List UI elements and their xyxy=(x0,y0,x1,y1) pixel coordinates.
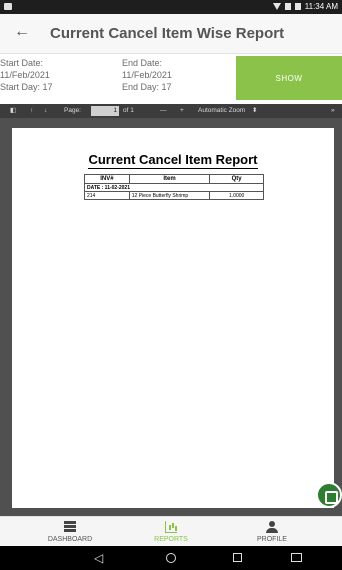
show-button[interactable]: SHOW xyxy=(236,56,342,100)
bottom-nav: DASHBOARD REPORTS PROFILE xyxy=(0,516,342,546)
back-triangle-icon[interactable]: ◁ xyxy=(94,551,103,565)
app-bar: ← Current Cancel Item Wise Report xyxy=(0,14,342,54)
nav-item-profile[interactable]: PROFILE xyxy=(222,517,322,547)
end-date-value: 11/Feb/2021 xyxy=(122,70,172,80)
start-date-group[interactable]: Start Date: 11/Feb/2021 Start Day: 17 xyxy=(0,57,53,93)
end-date-group[interactable]: End Date: 11/Feb/2021 End Day: 17 xyxy=(122,57,172,93)
home-circle-icon[interactable] xyxy=(166,553,176,563)
zoom-chevron-icon: ⬍ xyxy=(252,107,258,114)
date-group-label: DATE : 11-02-2021 xyxy=(84,183,264,192)
column-header-item: Item xyxy=(128,174,211,184)
cell-qty: 1.0000 xyxy=(209,191,264,200)
report-table: INV# Item Qty DATE : 11-02-2021 214 12 P… xyxy=(84,174,264,200)
recent-apps-icon[interactable] xyxy=(233,553,242,562)
nav-label-dashboard: DASHBOARD xyxy=(47,536,93,543)
column-header-inv: INV# xyxy=(84,174,130,184)
page-label: Page: xyxy=(64,107,81,114)
status-icons: 11:34 AM xyxy=(272,2,338,11)
person-icon xyxy=(266,521,278,533)
zoom-in-button[interactable]: + xyxy=(180,106,184,116)
column-header-qty: Qty xyxy=(209,174,264,184)
status-bar: 11:34 AM xyxy=(0,0,342,14)
table-row: 214 12 Piece Butterfly Shrimp 1.0000 xyxy=(84,191,264,200)
share-icon[interactable] xyxy=(316,482,342,508)
cell-inv: 214 xyxy=(84,191,130,200)
report-title: Current Cancel Item Report xyxy=(88,152,258,169)
wifi-icon xyxy=(272,3,281,10)
cell-item: 12 Piece Butterfly Shrimp xyxy=(128,191,211,200)
page-total: of 1 xyxy=(123,107,134,114)
start-date-value: 11/Feb/2021 xyxy=(0,70,50,80)
system-nav-bar: ◁ xyxy=(0,546,342,570)
next-page-icon[interactable]: ↓ xyxy=(44,106,47,116)
notification-icon xyxy=(4,3,12,10)
pdf-viewer[interactable]: Current Cancel Item Report INV# Item Qty… xyxy=(0,118,342,516)
back-arrow-icon[interactable]: ← xyxy=(14,22,30,42)
zoom-out-button[interactable]: — xyxy=(160,106,167,116)
battery-icon xyxy=(294,3,301,10)
nav-label-profile: PROFILE xyxy=(257,536,287,543)
nav-item-dashboard[interactable]: DASHBOARD xyxy=(20,517,120,547)
end-date-label: End Date: xyxy=(122,58,163,68)
page-number-input[interactable]: 1 xyxy=(91,106,119,116)
pdf-toolbar: ◧ ↑ ↓ Page: 1 of 1 — + Automatic Zoom ⬍ … xyxy=(0,104,342,118)
more-tools-button[interactable]: » xyxy=(331,106,335,116)
start-day: Start Day: 17 xyxy=(0,82,53,92)
table-header-row: INV# Item Qty xyxy=(84,174,264,184)
page-title: Current Cancel Item Wise Report xyxy=(50,25,285,42)
nav-label-reports: REPORTS xyxy=(154,536,188,543)
signal-icon xyxy=(284,3,291,10)
previous-page-icon[interactable]: ↑ xyxy=(30,106,33,116)
keyboard-icon[interactable] xyxy=(291,553,302,562)
end-day: End Day: 17 xyxy=(122,82,172,92)
sidebar-toggle-icon[interactable]: ◧ xyxy=(10,106,16,116)
bar-chart-icon xyxy=(165,521,177,533)
start-date-label: Start Date: xyxy=(0,58,44,68)
dashboard-icon xyxy=(64,521,76,533)
zoom-select[interactable]: Automatic Zoom xyxy=(198,106,245,116)
date-group-row: DATE : 11-02-2021 xyxy=(84,183,264,192)
nav-item-reports[interactable]: REPORTS xyxy=(121,517,221,547)
pdf-page: Current Cancel Item Report INV# Item Qty… xyxy=(12,128,334,508)
status-time: 11:34 AM xyxy=(304,2,338,11)
